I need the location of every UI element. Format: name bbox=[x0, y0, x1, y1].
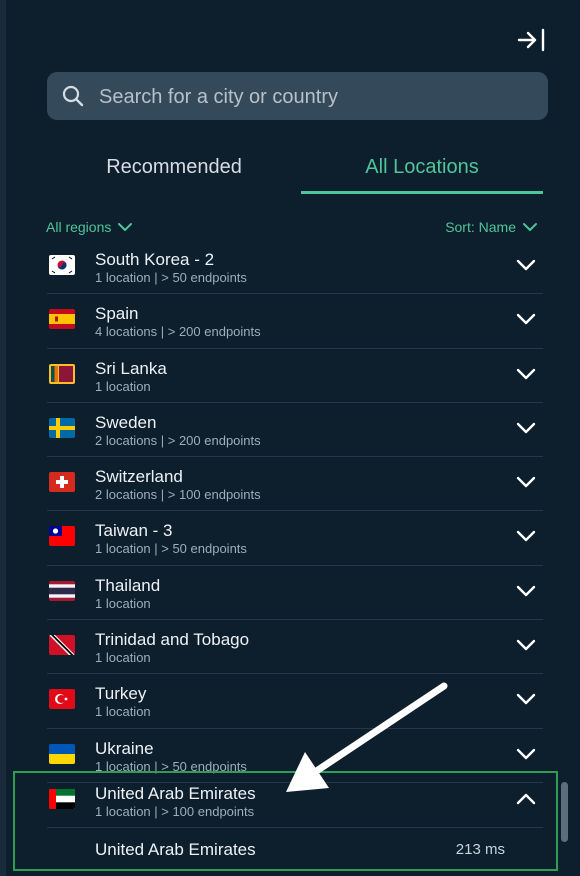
sort-label: Sort: Name bbox=[445, 219, 516, 235]
sri-lanka-flag-icon bbox=[49, 363, 75, 384]
chevron-down-icon[interactable] bbox=[515, 747, 537, 761]
chevron-down-icon[interactable] bbox=[515, 638, 537, 652]
location-row-south-korea[interactable]: South Korea - 2 1 location | > 50 endpoi… bbox=[47, 240, 543, 295]
taiwan-flag-icon bbox=[49, 526, 75, 547]
switzerland-flag-icon bbox=[49, 472, 75, 493]
collapse-panel-button[interactable] bbox=[516, 26, 548, 54]
search-input[interactable] bbox=[97, 72, 541, 122]
turkey-flag-icon bbox=[49, 689, 75, 710]
chevron-down-icon bbox=[118, 223, 133, 231]
active-tab-indicator bbox=[301, 191, 543, 194]
location-name: Switzerland bbox=[95, 467, 183, 487]
spain-flag-icon bbox=[49, 309, 75, 330]
location-name: Ukraine bbox=[95, 738, 154, 758]
chevron-down-icon[interactable] bbox=[515, 258, 537, 272]
search-icon bbox=[62, 85, 84, 107]
city-name: United Arab Emirates bbox=[95, 840, 256, 859]
chevron-down-icon[interactable] bbox=[515, 367, 537, 381]
region-filter-label: All regions bbox=[46, 219, 112, 235]
location-tabs: Recommended All Locations bbox=[47, 146, 543, 196]
chevron-down-icon bbox=[523, 223, 537, 231]
location-row-switzerland[interactable]: Switzerland 2 locations | > 100 endpoint… bbox=[47, 457, 543, 512]
location-detail: 1 location bbox=[95, 595, 151, 611]
location-detail: 1 location bbox=[95, 704, 151, 720]
location-name: South Korea - 2 bbox=[95, 250, 215, 269]
location-row-sri-lanka[interactable]: Sri Lanka 1 location bbox=[47, 349, 543, 403]
search-box[interactable] bbox=[47, 72, 548, 122]
location-detail: 1 location | > 50 endpoints bbox=[95, 270, 247, 285]
chevron-up-icon[interactable] bbox=[515, 792, 537, 806]
sweden-flag-icon bbox=[49, 417, 75, 438]
location-name: Spain bbox=[95, 304, 139, 324]
location-detail: 1 location bbox=[95, 650, 151, 666]
expanded-location: United Arab Emirates 1 location | > 100 … bbox=[47, 774, 543, 872]
location-row-united-arab-emirates[interactable]: United Arab Emirates 1 location | > 100 … bbox=[47, 774, 543, 828]
location-detail: 1 location bbox=[95, 378, 151, 394]
location-detail: 2 locations | > 200 endpoints bbox=[95, 432, 261, 448]
location-row-spain[interactable]: Spain 4 locations | > 200 endpoints bbox=[47, 294, 543, 349]
sort-dropdown[interactable]: Sort: Name bbox=[445, 219, 538, 235]
chevron-down-icon[interactable] bbox=[515, 475, 537, 489]
location-name: Turkey bbox=[95, 684, 147, 704]
location-list: South Korea - 2 1 location | > 50 endpoi… bbox=[47, 240, 543, 783]
chevron-down-icon[interactable] bbox=[515, 421, 537, 435]
location-name: Thailand bbox=[95, 575, 161, 595]
thailand-flag-icon bbox=[49, 580, 75, 601]
location-row-turkey[interactable]: Turkey 1 location bbox=[47, 674, 543, 729]
location-row-trinidad-and-tobago[interactable]: Trinidad and Tobago 1 location bbox=[47, 620, 543, 675]
south-korea-flag-icon bbox=[49, 255, 75, 275]
chevron-down-icon[interactable] bbox=[515, 692, 537, 706]
location-name: Trinidad and Tobago bbox=[95, 630, 250, 650]
location-detail: 2 locations | > 100 endpoints bbox=[95, 487, 261, 503]
location-row-sweden[interactable]: Sweden 2 locations | > 200 endpoints bbox=[47, 403, 543, 458]
chevron-down-icon[interactable] bbox=[515, 584, 537, 598]
location-name: Taiwan - 3 bbox=[95, 521, 173, 541]
ukraine-flag-icon bbox=[49, 743, 75, 764]
chevron-down-icon[interactable] bbox=[515, 529, 537, 543]
location-name: Sri Lanka bbox=[95, 358, 167, 378]
chevron-down-icon[interactable] bbox=[515, 312, 537, 326]
ping-value: 213 ms bbox=[455, 841, 505, 858]
region-filter-dropdown[interactable]: All regions bbox=[46, 219, 133, 235]
tab-all-locations[interactable]: All Locations bbox=[301, 146, 543, 192]
trinidad-and-tobago-flag-icon bbox=[49, 635, 75, 656]
tab-recommended[interactable]: Recommended bbox=[47, 146, 301, 192]
location-row-thailand[interactable]: Thailand 1 location bbox=[47, 566, 543, 621]
location-detail: 1 location | > 50 endpoints bbox=[95, 541, 247, 557]
scrollbar-thumb[interactable] bbox=[561, 782, 568, 842]
sidebar-edge bbox=[0, 0, 6, 876]
location-detail: 1 location | > 100 endpoints bbox=[95, 804, 255, 819]
uae-flag-icon bbox=[49, 789, 75, 809]
city-row-united-arab-emirates[interactable]: United Arab Emirates 213 ms bbox=[47, 828, 543, 872]
location-detail: 4 locations | > 200 endpoints bbox=[95, 324, 261, 340]
location-name: United Arab Emirates bbox=[95, 784, 256, 803]
location-name: Sweden bbox=[95, 412, 157, 432]
collapse-right-icon bbox=[517, 28, 545, 52]
location-row-taiwan[interactable]: Taiwan - 3 1 location | > 50 endpoints bbox=[47, 511, 543, 566]
